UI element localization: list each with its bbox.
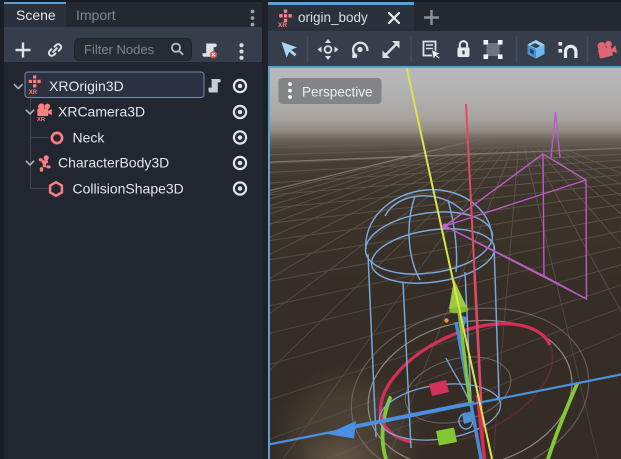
svg-text:XR: XR [278,22,287,27]
svg-text:XROrigin3D: XROrigin3D [49,78,124,94]
svg-text:Perspective: Perspective [302,85,373,100]
svg-text:XRCamera3D: XRCamera3D [58,104,145,120]
svg-text:CollisionShape3D: CollisionShape3D [73,181,184,197]
svg-text:Neck: Neck [73,130,106,146]
svg-text:CharacterBody3D: CharacterBody3D [58,155,169,171]
svg-text:XR: XR [37,117,46,123]
svg-text:XR: XR [29,90,38,96]
